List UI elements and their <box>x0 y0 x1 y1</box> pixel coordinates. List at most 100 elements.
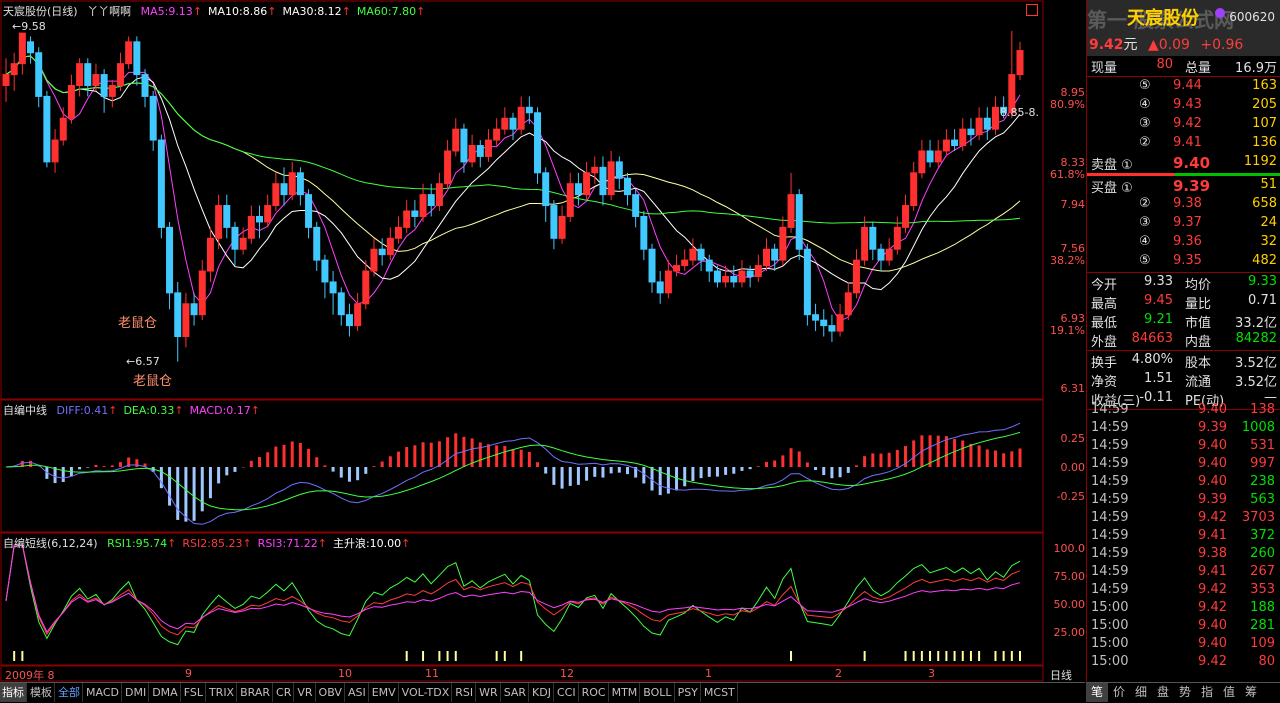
candle <box>264 205 272 223</box>
quote-tab[interactable]: 盘 <box>1152 683 1174 702</box>
up-arrow-icon: ↑ <box>341 5 351 18</box>
indicator-tab[interactable]: MTM <box>610 683 641 702</box>
candle <box>1016 50 1024 76</box>
chart-canvas[interactable] <box>0 0 1085 702</box>
indicator-tab[interactable]: 模板 <box>28 683 55 702</box>
indicator-tab[interactable]: EMV <box>370 683 399 702</box>
indicator-tab[interactable]: 全部 <box>56 683 83 702</box>
candle <box>934 150 942 163</box>
quote-tab[interactable]: 值 <box>1218 683 1240 702</box>
candle <box>730 275 738 283</box>
axis-label: 75.00 <box>1053 570 1086 583</box>
candle <box>771 248 779 261</box>
candle <box>67 84 75 119</box>
indicator-tab[interactable]: KDJ <box>530 683 554 702</box>
candle <box>51 139 59 163</box>
axis-label: 61.8% <box>1050 168 1085 181</box>
main-wave-bar <box>422 651 425 661</box>
candle <box>329 281 337 294</box>
candle <box>754 265 762 277</box>
quote-tab[interactable]: 指 <box>1196 683 1218 702</box>
candle <box>779 226 787 261</box>
rsi_panel.items-item: RSI1:95.74 <box>107 537 168 550</box>
candle <box>84 63 92 86</box>
indicator-tab[interactable]: 指标 <box>0 683 27 702</box>
indicator-tab[interactable]: MACD <box>84 683 122 702</box>
up-arrow-icon: ↑ <box>192 5 203 18</box>
tick-row: 15:00 9.42 80 <box>1091 654 1275 669</box>
main-wave-bar <box>978 651 981 661</box>
candle <box>664 270 672 294</box>
rsi-indicators: RSI1:95.74↑ RSI2:85.23↑ RSI3:71.22↑ 主升浪:10.… <box>107 537 416 550</box>
candle <box>108 84 116 97</box>
indicator-tab[interactable]: RSI <box>453 683 477 702</box>
price-change-pct: +0.96 <box>1200 37 1244 53</box>
tick-row: 14:59 9.41 372 <box>1091 528 1275 543</box>
panel-toggle-icon[interactable] <box>1026 4 1038 16</box>
candle <box>820 319 828 327</box>
divider <box>1087 350 1280 351</box>
time-axis-frame <box>0 665 1044 682</box>
indicator-tab[interactable]: VOL-TDX <box>400 683 453 702</box>
main-wave-bar <box>920 651 923 661</box>
axis-label: 7.94 <box>1060 198 1086 211</box>
indicator-tab[interactable]: DMI <box>123 683 150 702</box>
indicator-tab[interactable]: VR <box>295 683 316 702</box>
stat-row: 今开 9.33 均价 9.33 <box>1091 274 1277 293</box>
indicator-tab[interactable]: CR <box>274 683 295 702</box>
indicator-tab[interactable]: SAR <box>502 683 530 702</box>
diff-line <box>5 422 1021 525</box>
up-arrow-icon: ↑ <box>317 537 327 550</box>
indicator-tab[interactable]: BRAR <box>238 683 274 702</box>
candle <box>615 161 623 179</box>
indicator-tab[interactable]: DMA <box>150 683 181 702</box>
quote-tab[interactable]: 细 <box>1130 683 1152 702</box>
kline-chart-area[interactable]: 天宸股份(日线) 丫丫啊啊 MA5:9.13↑ MA10:8.86↑ MA30:8.… <box>0 0 1085 702</box>
quote-tab[interactable]: 笔 <box>1086 683 1108 702</box>
candle <box>493 128 501 141</box>
candle <box>215 205 223 239</box>
main-panel-frame <box>0 0 1044 400</box>
info-icon[interactable] <box>1215 8 1225 18</box>
period-tab[interactable]: 日线 <box>1050 667 1072 683</box>
indicator-tab[interactable]: OBV <box>317 683 345 702</box>
candle <box>206 237 214 272</box>
main-wave-bar <box>937 651 940 661</box>
indicator-tab[interactable]: WR <box>477 683 501 702</box>
indicator-tab[interactable]: BOLL <box>641 683 675 702</box>
quote-tab[interactable]: 筹 <box>1240 683 1262 702</box>
indicator-tab[interactable]: CCI <box>555 683 579 702</box>
candle <box>836 314 844 332</box>
candle <box>166 226 174 294</box>
rsi3-line <box>5 544 1021 633</box>
sell-level: 卖盘 ① 9.40 1192 <box>1091 154 1277 173</box>
candle <box>313 226 321 261</box>
axis-label: 2 <box>835 667 842 680</box>
rsi_panel.items-item: RSI3:71.22 <box>257 537 318 550</box>
indicator-tab[interactable]: FSL <box>182 683 206 702</box>
quote-tab[interactable]: 势 <box>1174 683 1196 702</box>
indicator-tab[interactable]: PSY <box>676 683 701 702</box>
quote-tab[interactable]: 价 <box>1108 683 1130 702</box>
candle <box>386 237 394 256</box>
right-annotation: 8.85-8. <box>1000 106 1039 119</box>
indicator-tab[interactable]: MCST <box>702 683 738 702</box>
extra-title: 丫丫啊啊 <box>87 5 132 18</box>
macd-panel-title: 自编中线 DIFF:0.41↑ DEA:0.33↑ MACD:0.17↑ <box>3 402 272 418</box>
main-wave-bar <box>405 651 408 661</box>
candle <box>468 145 476 163</box>
axis-label: 19.1% <box>1050 324 1085 337</box>
indicator-tab[interactable]: TRIX <box>207 683 238 702</box>
indicator-tab[interactable]: ROC <box>580 683 609 702</box>
candle <box>722 275 730 283</box>
rsi-panel-frame <box>0 532 1044 666</box>
up-arrow-icon: ↑ <box>250 404 260 417</box>
main-wave-bar <box>21 651 24 661</box>
candle <box>705 259 713 272</box>
indicator-tab[interactable]: ASI <box>346 683 369 702</box>
price-change: ▲0.09 <box>1148 37 1190 53</box>
axis-label: 10 <box>338 667 352 680</box>
candle <box>983 117 991 130</box>
candle <box>951 139 959 147</box>
candle <box>370 248 378 272</box>
